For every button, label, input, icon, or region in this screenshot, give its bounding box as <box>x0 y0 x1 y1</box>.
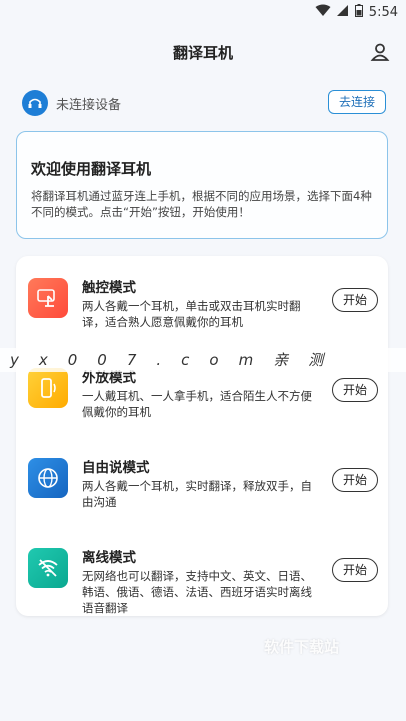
start-button-touch[interactable]: 开始 <box>332 288 378 312</box>
mode-free-talk: 自由说模式 两人各戴一个耳机，实时翻译，释放双手，自由沟通 开始 <box>16 436 388 524</box>
mode-title: 离线模式 <box>82 550 136 566</box>
status-bar: 5:54 <box>0 0 406 24</box>
mode-offline: 离线模式 无网络也可以翻译，支持中文、英文、日语、韩语、俄语、德语、法语、西班牙… <box>16 526 388 615</box>
status-time: 5:54 <box>368 5 398 20</box>
signal-icon <box>336 4 349 21</box>
mode-title: 触控模式 <box>82 280 136 296</box>
page-title: 翻译耳机 <box>172 44 233 62</box>
start-button-free-talk[interactable]: 开始 <box>332 468 378 492</box>
touch-icon <box>28 278 68 318</box>
app-header: 翻译耳机 <box>0 24 406 80</box>
mode-description: 无网络也可以翻译，支持中文、英文、日语、韩语、俄语、德语、法语、西班牙语实时离线… <box>82 569 312 615</box>
globe-icon <box>28 458 68 498</box>
wifi-off-icon <box>28 548 68 588</box>
watermark-footer: 软件下载站 <box>264 638 340 656</box>
profile-icon[interactable] <box>370 42 390 62</box>
watermark-banner: yx007.com亲测 <box>0 348 406 372</box>
welcome-description: 将翻译耳机通过蓝牙连上手机，根据不同的应用场景，选择下面4种不同的模式。点击“开… <box>31 189 372 219</box>
mode-touch: 触控模式 两人各戴一个耳机，单击或双击耳机实时翻译，适合熟人愿意佩戴你的耳机 开… <box>16 256 388 344</box>
wifi-icon <box>315 4 331 21</box>
connect-button[interactable]: 去连接 <box>328 90 386 114</box>
battery-icon <box>354 4 363 21</box>
mode-description: 一人戴耳机、一人拿手机，适合陌生人不方便佩戴你的耳机 <box>82 389 312 419</box>
mode-title: 自由说模式 <box>82 460 150 476</box>
earphone-icon <box>22 90 48 116</box>
mode-description: 两人各戴一个耳机，实时翻译，释放双手，自由沟通 <box>82 479 312 509</box>
device-status-row: 未连接设备 去连接 <box>22 88 386 118</box>
start-button-speaker[interactable]: 开始 <box>332 378 378 402</box>
welcome-title: 欢迎使用翻译耳机 <box>31 160 152 178</box>
mode-list: 触控模式 两人各戴一个耳机，单击或双击耳机实时翻译，适合熟人愿意佩戴你的耳机 开… <box>16 256 388 616</box>
welcome-card: 欢迎使用翻译耳机 将翻译耳机通过蓝牙连上手机，根据不同的应用场景，选择下面4种不… <box>16 131 388 239</box>
device-status-text: 未连接设备 <box>56 98 122 113</box>
speaker-phone-icon <box>28 368 68 408</box>
mode-description: 两人各戴一个耳机，单击或双击耳机实时翻译，适合熟人愿意佩戴你的耳机 <box>82 299 301 329</box>
start-button-offline[interactable]: 开始 <box>332 558 378 582</box>
